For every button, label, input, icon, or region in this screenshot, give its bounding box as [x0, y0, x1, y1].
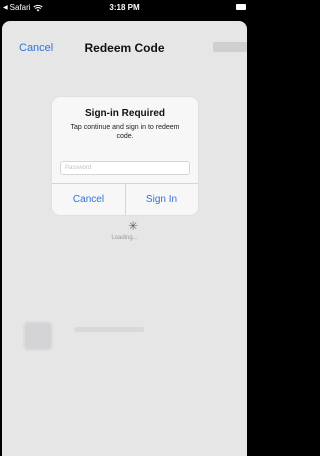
alert-title: Sign-in Required [85, 108, 165, 119]
battery-icon [236, 4, 246, 10]
sign-in-button[interactable]: Sign In [125, 183, 198, 215]
redeem-sheet: Cancel Redeem Code ✳ Loading... [2, 21, 247, 456]
nav-bar: Cancel Redeem Code [2, 21, 247, 69]
alert-message: Tap continue and sign in to redeem code. [70, 124, 180, 140]
alert-cancel-button[interactable]: Cancel [52, 183, 125, 215]
status-bar: ◀ Safari 3:18 PM [0, 0, 249, 17]
sign-in-alert: Sign-in Required Tap continue and sign i… [52, 97, 198, 215]
loading-text: Loading... [111, 235, 138, 241]
status-time: 3:18 PM [109, 3, 140, 12]
nav-redeem-button[interactable] [213, 42, 247, 52]
app-icon-placeholder [23, 321, 53, 351]
loading-spinner-icon: ✳ [128, 219, 139, 233]
app-name-placeholder [74, 327, 144, 332]
password-field[interactable]: Password [60, 161, 190, 175]
page-title: Redeem Code [84, 41, 165, 55]
